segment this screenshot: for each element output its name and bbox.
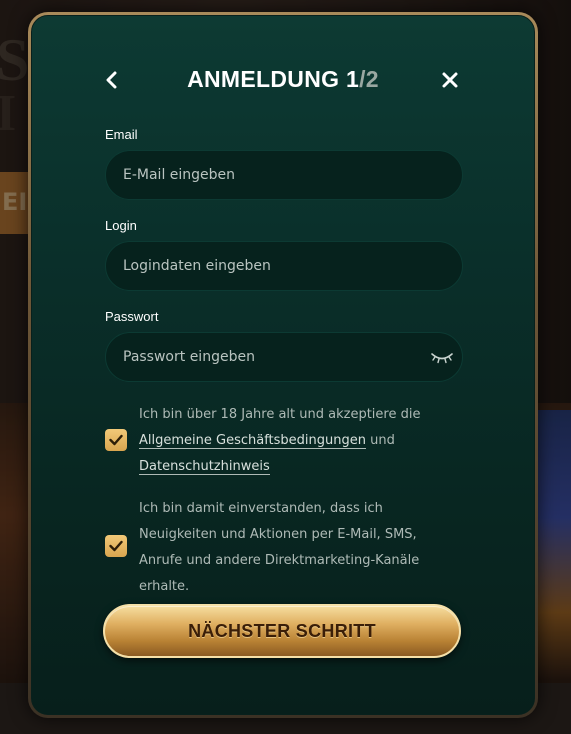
terms-consent: Ich bin über 18 Jahre alt und akzeptiere…: [105, 400, 463, 482]
email-field[interactable]: [106, 151, 462, 199]
terms-text-before: Ich bin über 18 Jahre alt und akzeptiere…: [139, 407, 421, 422]
next-step-label: NÄCHSTER SCHRITT: [188, 620, 376, 641]
password-label: Passwort: [105, 309, 159, 324]
registration-modal-body: ANMELDUNG 1/2 Email Login Passwort: [31, 15, 535, 715]
marketing-consent: Ich bin damit einverstanden, dass ich Ne…: [105, 494, 463, 602]
terms-consent-text: Ich bin über 18 Jahre alt und akzeptiere…: [139, 402, 459, 480]
login-field-wrapper: [105, 241, 463, 291]
terms-checkbox[interactable]: [105, 429, 127, 451]
registration-modal: ANMELDUNG 1/2 Email Login Passwort: [28, 12, 538, 718]
privacy-link[interactable]: Datenschutzhinweis: [139, 459, 270, 475]
checkmark-icon: [109, 434, 123, 446]
checkmark-icon: [109, 540, 123, 552]
marketing-consent-text: Ich bin damit einverstanden, dass ich Ne…: [139, 501, 420, 594]
eye-closed-icon: [431, 353, 453, 364]
modal-title-step: ANMELDUNG 1: [187, 66, 360, 92]
modal-title-total: /2: [359, 66, 379, 92]
email-label: Email: [105, 127, 138, 142]
close-icon: [442, 72, 458, 88]
marketing-checkbox[interactable]: [105, 535, 127, 557]
password-field[interactable]: [106, 333, 422, 381]
toggle-password-visibility-button[interactable]: [422, 333, 462, 381]
login-field[interactable]: [106, 242, 462, 290]
email-field-wrapper: [105, 150, 463, 200]
login-label: Login: [105, 218, 137, 233]
password-field-wrapper: [105, 332, 463, 382]
modal-header: ANMELDUNG 1/2: [32, 58, 534, 102]
terms-link[interactable]: Allgemeine Geschäftsbedingungen: [139, 433, 366, 449]
next-step-button[interactable]: NÄCHSTER SCHRITT: [103, 604, 461, 658]
terms-text-mid: und: [366, 433, 395, 448]
close-button[interactable]: [432, 62, 468, 98]
